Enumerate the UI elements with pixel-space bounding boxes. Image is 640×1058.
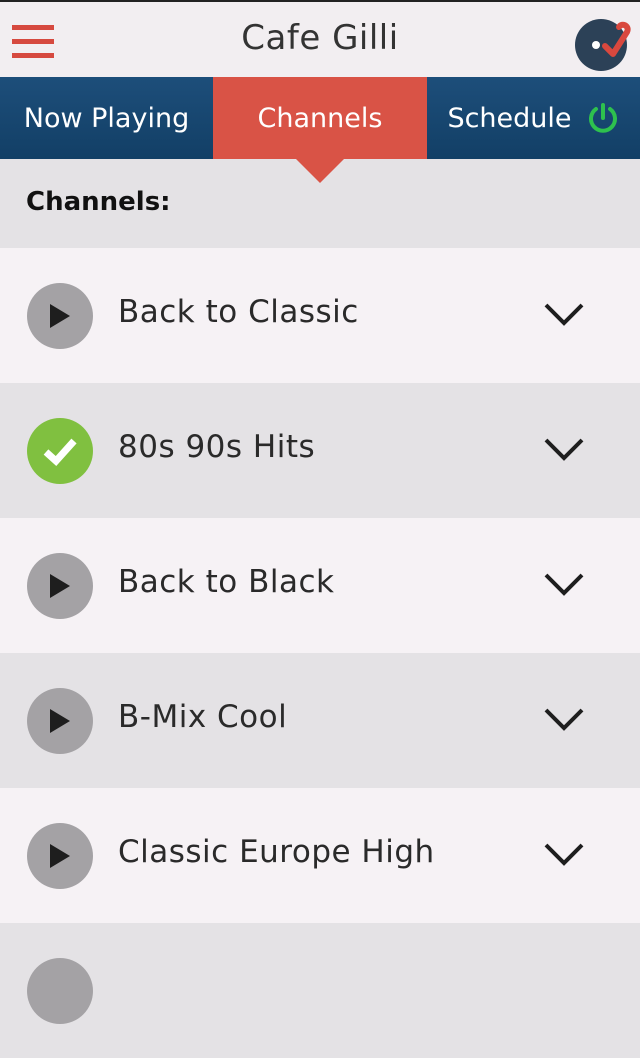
disc-check-logo-icon[interactable] — [572, 12, 638, 78]
tab-bar: Now Playing Channels Schedule — [0, 77, 640, 159]
channel-row[interactable] — [0, 923, 640, 1058]
chevron-down-icon[interactable] — [543, 435, 585, 463]
tab-label: Schedule — [447, 102, 572, 134]
power-icon[interactable] — [586, 101, 620, 135]
page-title: Cafe Gilli — [241, 18, 399, 58]
tab-label: Channels — [257, 102, 383, 134]
app-header: Cafe Gilli — [0, 2, 640, 77]
chevron-down-icon[interactable] — [543, 705, 585, 733]
play-icon[interactable] — [27, 688, 93, 754]
channel-row[interactable]: Back to Black — [0, 518, 640, 653]
play-icon[interactable] — [27, 823, 93, 889]
channel-list: Back to Classic 80s 90s Hits Back to Bla… — [0, 248, 640, 1058]
channel-name: Back to Black — [118, 564, 335, 600]
tab-label: Now Playing — [23, 102, 190, 134]
channel-name: 80s 90s Hits — [118, 429, 316, 465]
section-title: Channels: — [26, 187, 171, 217]
active-tab-pointer — [296, 159, 344, 183]
channel-row[interactable]: 80s 90s Hits — [0, 383, 640, 518]
tab-now-playing[interactable]: Now Playing — [0, 77, 213, 159]
channel-name: Back to Classic — [118, 294, 359, 330]
play-icon[interactable] — [27, 283, 93, 349]
channel-name: Classic Europe High — [118, 834, 435, 870]
channel-row[interactable]: Classic Europe High — [0, 788, 640, 923]
check-icon[interactable] — [27, 418, 93, 484]
chevron-down-icon[interactable] — [543, 570, 585, 598]
play-icon[interactable] — [27, 958, 93, 1024]
channel-name: B-Mix Cool — [118, 699, 288, 735]
chevron-down-icon[interactable] — [543, 840, 585, 868]
play-icon[interactable] — [27, 553, 93, 619]
channel-row[interactable]: Back to Classic — [0, 248, 640, 383]
tab-channels[interactable]: Channels — [213, 77, 427, 159]
chevron-down-icon[interactable] — [543, 300, 585, 328]
tab-schedule[interactable]: Schedule — [427, 77, 640, 159]
channel-row[interactable]: B-Mix Cool — [0, 653, 640, 788]
